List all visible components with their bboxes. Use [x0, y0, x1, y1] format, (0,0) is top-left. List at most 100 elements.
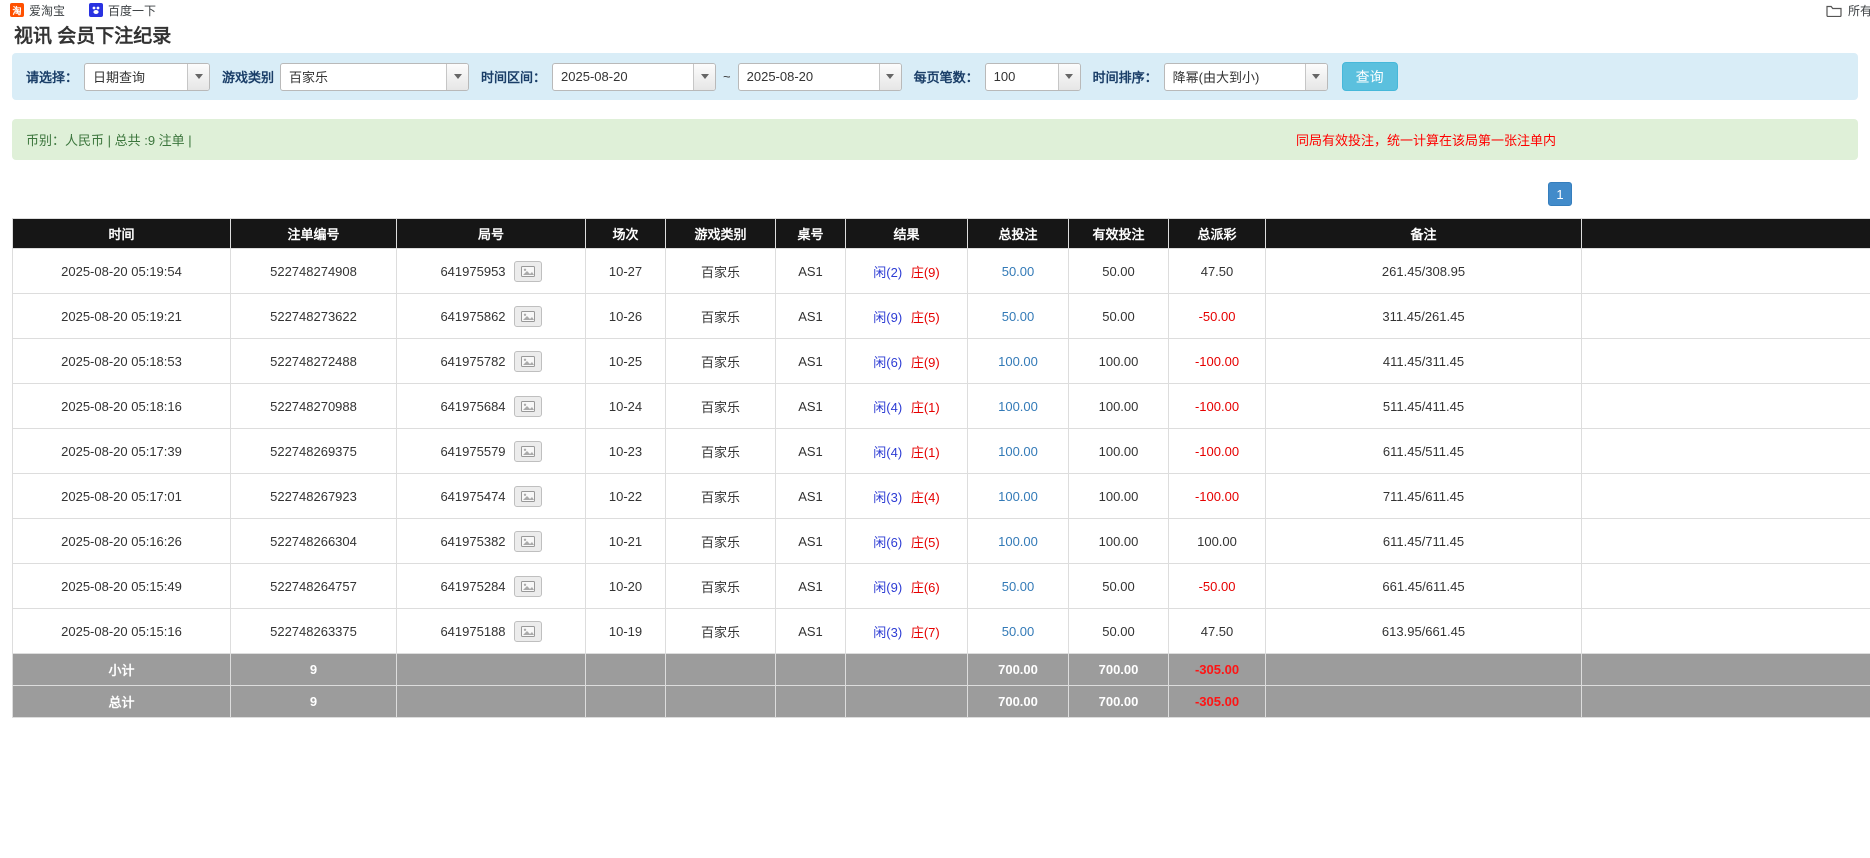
cell-session: 10-24: [586, 384, 666, 429]
total-bet-link[interactable]: 100.00: [998, 444, 1038, 459]
date-from-input[interactable]: [553, 64, 693, 90]
bookmark-baidu[interactable]: 百度一下: [89, 2, 156, 19]
view-result-icon[interactable]: [514, 621, 542, 642]
cell-session: 10-20: [586, 564, 666, 609]
chevron-down-icon[interactable]: [446, 64, 468, 90]
total-bet-link[interactable]: 100.00: [998, 399, 1038, 414]
cell-table-no: AS1: [776, 564, 846, 609]
round-id-text: 641975188: [440, 624, 505, 639]
view-result-icon[interactable]: [514, 441, 542, 462]
time-sort-input[interactable]: [1165, 64, 1305, 90]
column-header: 总派彩: [1169, 219, 1266, 249]
cell-time: 2025-08-20 05:18:16: [13, 384, 231, 429]
bookmark-aitaobao[interactable]: 淘 爱淘宝: [10, 2, 65, 19]
column-header: 结果: [846, 219, 968, 249]
view-result-icon[interactable]: [514, 486, 542, 507]
cell-payout: -100.00: [1169, 384, 1266, 429]
cell-payout: -100.00: [1169, 429, 1266, 474]
total-bet-link[interactable]: 50.00: [1002, 309, 1035, 324]
summary-label: 小计: [13, 654, 231, 686]
cell-total-bet: 100.00: [968, 474, 1069, 519]
view-result-icon[interactable]: [514, 261, 542, 282]
filter-bar: 请选择： 游戏类别 时间区间： ~ 每页笔数： 时间排序： 查询: [12, 53, 1858, 100]
date-from-picker[interactable]: [552, 63, 716, 91]
view-result-icon[interactable]: [514, 531, 542, 552]
query-type-select[interactable]: [84, 63, 210, 91]
cell-valid-bet: 50.00: [1069, 609, 1169, 654]
cell-remark: 711.45/611.45: [1266, 474, 1582, 519]
view-result-icon[interactable]: [514, 576, 542, 597]
summary-spacer: [1582, 686, 1870, 718]
summary-currency-text: 币别：人民币 | 总共 :9 注单 |: [26, 130, 192, 149]
cell-total-bet: 50.00: [968, 564, 1069, 609]
cell-result: 闲(3) 庄(4): [846, 474, 968, 519]
cell-table-no: AS1: [776, 384, 846, 429]
cell-game-type: 百家乐: [666, 339, 776, 384]
round-id-text: 641975684: [440, 399, 505, 414]
table-row: 2025-08-20 05:18:53 522748272488 6419757…: [13, 339, 1870, 384]
folder-icon: [1826, 4, 1842, 17]
query-type-input[interactable]: [85, 64, 187, 90]
total-bet-link[interactable]: 100.00: [998, 354, 1038, 369]
cell-payout: 47.50: [1169, 249, 1266, 294]
view-result-icon[interactable]: [514, 396, 542, 417]
baidu-icon: [89, 3, 103, 17]
taobao-icon: 淘: [10, 3, 24, 17]
page-title: 视讯 会员下注纪录: [14, 21, 1870, 48]
cell-spacer: [1582, 474, 1870, 519]
summary-empty: [397, 686, 586, 718]
cell-remark: 661.45/611.45: [1266, 564, 1582, 609]
page-size-input[interactable]: [986, 64, 1058, 90]
total-bet-link[interactable]: 50.00: [1002, 579, 1035, 594]
summary-valid-bet: 700.00: [1069, 686, 1169, 718]
round-id-text: 641975953: [440, 264, 505, 279]
column-header: 场次: [586, 219, 666, 249]
view-result-icon[interactable]: [514, 351, 542, 372]
game-type-input[interactable]: [281, 64, 446, 90]
total-bet-link[interactable]: 50.00: [1002, 624, 1035, 639]
chevron-down-icon[interactable]: [187, 64, 209, 90]
date-to-input[interactable]: [739, 64, 879, 90]
result-banker: 庄(6): [911, 580, 940, 595]
chevron-down-icon[interactable]: [1305, 64, 1327, 90]
cell-spacer: [1582, 249, 1870, 294]
summary-empty: [846, 686, 968, 718]
cell-bet-id: 522748274908: [231, 249, 397, 294]
cell-valid-bet: 50.00: [1069, 564, 1169, 609]
table-row: 2025-08-20 05:19:21 522748273622 6419758…: [13, 294, 1870, 339]
cell-round-id: 641975684: [397, 384, 586, 429]
page-size-select[interactable]: [985, 63, 1081, 91]
total-bet-link[interactable]: 100.00: [998, 534, 1038, 549]
column-header: 时间: [13, 219, 231, 249]
cell-spacer: [1582, 429, 1870, 474]
chevron-down-icon[interactable]: [1058, 64, 1080, 90]
all-bookmarks-button[interactable]: 所有书签: [1826, 2, 1870, 19]
cell-bet-id: 522748266304: [231, 519, 397, 564]
bookmark-label: 百度一下: [108, 2, 156, 19]
cell-game-type: 百家乐: [666, 249, 776, 294]
round-id-text: 641975284: [440, 579, 505, 594]
chevron-down-icon[interactable]: [693, 64, 715, 90]
chevron-down-icon[interactable]: [879, 64, 901, 90]
view-result-icon[interactable]: [514, 306, 542, 327]
cell-round-id: 641975188: [397, 609, 586, 654]
cell-table-no: AS1: [776, 474, 846, 519]
date-to-picker[interactable]: [738, 63, 902, 91]
result-player: 闲(3): [873, 490, 902, 505]
cell-bet-id: 522748272488: [231, 339, 397, 384]
game-type-label: 游戏类别: [222, 67, 274, 86]
cell-payout: -50.00: [1169, 564, 1266, 609]
search-button[interactable]: 查询: [1342, 62, 1398, 91]
time-sort-select[interactable]: [1164, 63, 1328, 91]
result-player: 闲(4): [873, 445, 902, 460]
table-summary-row: 总计 9 700.00 700.00 -305.00: [13, 686, 1870, 718]
summary-empty: [1266, 686, 1582, 718]
round-id-text: 641975474: [440, 489, 505, 504]
total-bet-link[interactable]: 100.00: [998, 489, 1038, 504]
cell-session: 10-26: [586, 294, 666, 339]
game-type-select[interactable]: [280, 63, 469, 91]
cell-table-no: AS1: [776, 429, 846, 474]
pagination-page-1[interactable]: 1: [1548, 182, 1572, 206]
table-footer: 小计 9 700.00 700.00 -305.00 总计 9 700.00 7…: [13, 654, 1870, 718]
total-bet-link[interactable]: 50.00: [1002, 264, 1035, 279]
